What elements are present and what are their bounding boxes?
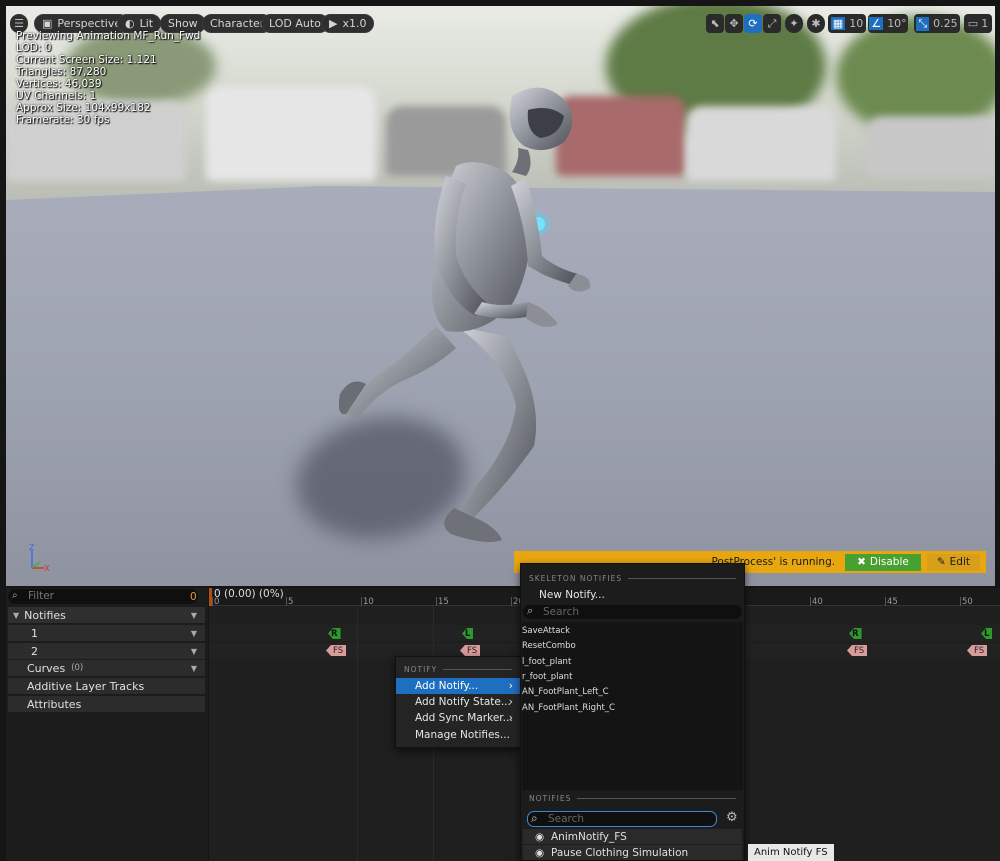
track-panel: ⌕ Filter 0 ▼ Notifies ▼ 1 ▼ 2 ▼ Curves (… bbox=[6, 588, 208, 861]
camera-icon: ▭ bbox=[967, 17, 979, 30]
stat-line: Current Screen Size: 1.121 bbox=[16, 54, 157, 66]
ruler-tick bbox=[361, 597, 362, 606]
scale-snap-button[interactable]: ⤡ 0.25 bbox=[914, 14, 960, 33]
attributes-track[interactable]: Attributes bbox=[8, 696, 205, 712]
notify-context-menu: NOTIFY Add Notify... › Add Notify State..… bbox=[395, 656, 521, 748]
stat-line: Triangles: 87,280 bbox=[16, 66, 107, 78]
playback-speed-button[interactable]: ▶ x1.0 bbox=[321, 14, 375, 33]
select-mode-icon[interactable]: ⬉ bbox=[706, 14, 724, 33]
edit-button[interactable]: ✎ Edit bbox=[926, 553, 980, 571]
notify-class-search[interactable]: Search bbox=[527, 811, 717, 827]
skeleton-notify-item[interactable]: AN_FootPlant_Right_C bbox=[522, 703, 615, 713]
svg-text:X: X bbox=[44, 564, 50, 573]
coordinate-space-icon[interactable]: ✦ bbox=[785, 14, 803, 33]
ruler-tick-label: 5 bbox=[288, 597, 294, 607]
chevron-right-icon: › bbox=[508, 712, 513, 724]
ruler-tick-label: 10 bbox=[363, 597, 374, 607]
filter-count: 0 bbox=[190, 591, 197, 603]
translate-mode-icon[interactable]: ✥ bbox=[725, 14, 743, 33]
notify-class-icon: ◉ bbox=[535, 846, 545, 859]
anim-notify-fs-item[interactable]: ◉ AnimNotify_FS bbox=[523, 829, 742, 844]
chevron-right-icon: › bbox=[508, 696, 513, 708]
add-notify-state-menu-item[interactable]: Add Notify State... › bbox=[396, 694, 520, 710]
stat-line: Framerate: 30 fps bbox=[16, 114, 110, 126]
new-notify-menu-item[interactable]: New Notify... bbox=[521, 587, 605, 603]
filter-input[interactable]: Filter bbox=[8, 589, 198, 604]
skeleton-notifies-header: SKELETON NOTIFIES bbox=[521, 564, 744, 583]
viewport-stats: Previewing Animation MF_Run_Fwd LOD: 0 Cur… bbox=[16, 30, 200, 126]
ruler-tick bbox=[436, 597, 437, 606]
stat-line: UV Channels: 1 bbox=[16, 90, 97, 102]
scale-icon: ⤡ bbox=[916, 16, 930, 31]
collapse-arrow-icon[interactable]: ▼ bbox=[13, 611, 19, 620]
skeleton-notify-item[interactable]: AN_FootPlant_Left_C bbox=[522, 687, 609, 697]
character-mannequin bbox=[338, 87, 591, 542]
pause-clothing-simulation-item[interactable]: ◉ Pause Clothing Simulation bbox=[523, 845, 742, 860]
ruler-tick bbox=[885, 597, 886, 606]
search-icon: ⌕ bbox=[12, 590, 18, 601]
ruler-tick bbox=[511, 597, 512, 606]
curves-track-header[interactable]: Curves (0) ▼ bbox=[8, 660, 205, 676]
stat-line: Approx Size: 104x99x182 bbox=[16, 102, 151, 114]
add-notify-submenu: SKELETON NOTIFIES New Notify... ⌕ Search… bbox=[520, 563, 745, 861]
play-icon: ▶ bbox=[329, 17, 338, 30]
additive-layer-tracks[interactable]: Additive Layer Tracks bbox=[8, 678, 205, 694]
ruler-tick-label: 50 bbox=[962, 597, 973, 607]
notify-track-1[interactable]: 1 ▼ bbox=[8, 625, 205, 641]
viewport[interactable]: ☰ ▣ Perspective ◐ Lit Show Character LOD… bbox=[6, 6, 995, 586]
camera-speed-button[interactable]: ▭ 1 bbox=[964, 14, 992, 33]
axis-gizmo-icon: Z X bbox=[29, 544, 50, 573]
chevron-down-icon[interactable]: ▼ bbox=[191, 647, 197, 656]
notify-track-2[interactable]: 2 ▼ bbox=[8, 643, 205, 659]
chevron-down-icon[interactable]: ▼ bbox=[191, 629, 197, 638]
add-notify-menu-item[interactable]: Add Notify... › bbox=[396, 678, 520, 694]
add-sync-marker-menu-item[interactable]: Add Sync Marker... › bbox=[396, 710, 520, 726]
grid-icon: ▦ bbox=[830, 17, 846, 30]
ruler-tick bbox=[960, 597, 961, 606]
ruler-tick bbox=[212, 597, 213, 606]
notifies-track-header[interactable]: ▼ Notifies ▼ bbox=[8, 607, 205, 623]
angle-icon: ∠ bbox=[869, 17, 884, 30]
notifies-header: NOTIFIES bbox=[521, 786, 744, 803]
manage-notifies-menu-item[interactable]: Manage Notifies... bbox=[396, 727, 520, 743]
current-frame-label: 0 (0.00) (0%) bbox=[214, 588, 284, 600]
skeleton-notify-item[interactable]: r_foot_plant bbox=[522, 672, 572, 682]
pencil-icon: ✎ bbox=[936, 556, 946, 568]
notify-class-icon: ◉ bbox=[535, 830, 545, 843]
search-icon: ⌕ bbox=[531, 811, 538, 825]
svg-text:Z: Z bbox=[29, 544, 35, 552]
skeleton-notify-search[interactable]: Search bbox=[523, 605, 742, 619]
skeleton-notify-item[interactable]: ResetCombo bbox=[522, 641, 576, 651]
ruler-tick bbox=[286, 597, 287, 606]
menu-section-header: NOTIFY bbox=[396, 657, 520, 674]
chevron-down-icon[interactable]: ▼ bbox=[191, 611, 197, 620]
close-icon: ✖ bbox=[857, 556, 866, 568]
skeleton-notify-item[interactable]: l_foot_plant bbox=[522, 657, 571, 667]
cube-icon: ▣ bbox=[42, 17, 53, 30]
search-icon: ⌕ bbox=[527, 604, 534, 617]
chevron-right-icon: › bbox=[508, 680, 513, 692]
scale-mode-icon[interactable]: ⤢ bbox=[763, 14, 781, 33]
surface-snap-icon[interactable]: ✱ bbox=[807, 14, 825, 33]
rotation-snap-button[interactable]: ∠ 10° bbox=[868, 14, 908, 33]
ruler-tick bbox=[810, 597, 811, 606]
ruler-tick-label: 40 bbox=[812, 597, 823, 607]
grid-snap-button[interactable]: ▦ 10 bbox=[828, 14, 866, 33]
ruler-tick-label: 0 bbox=[214, 597, 220, 607]
stat-line: LOD: 0 bbox=[16, 42, 52, 54]
chevron-down-icon[interactable]: ▼ bbox=[191, 664, 197, 673]
gear-icon[interactable]: ⚙ bbox=[726, 810, 738, 825]
skeleton-notify-item[interactable]: SaveAttack bbox=[522, 626, 570, 636]
sphere-icon: ◐ bbox=[125, 17, 135, 30]
ruler-tick-label: 45 bbox=[887, 597, 898, 607]
ruler-tick-label: 15 bbox=[438, 597, 449, 607]
stat-line: Vertices: 46,039 bbox=[16, 78, 102, 90]
rotate-mode-icon[interactable]: ⟳ bbox=[744, 14, 762, 33]
tooltip: Anim Notify FS bbox=[748, 844, 834, 861]
stat-line: Previewing Animation MF_Run_Fwd bbox=[16, 30, 201, 42]
lod-button[interactable]: LOD Auto bbox=[261, 14, 329, 33]
disable-button[interactable]: ✖ Disable bbox=[845, 553, 921, 571]
